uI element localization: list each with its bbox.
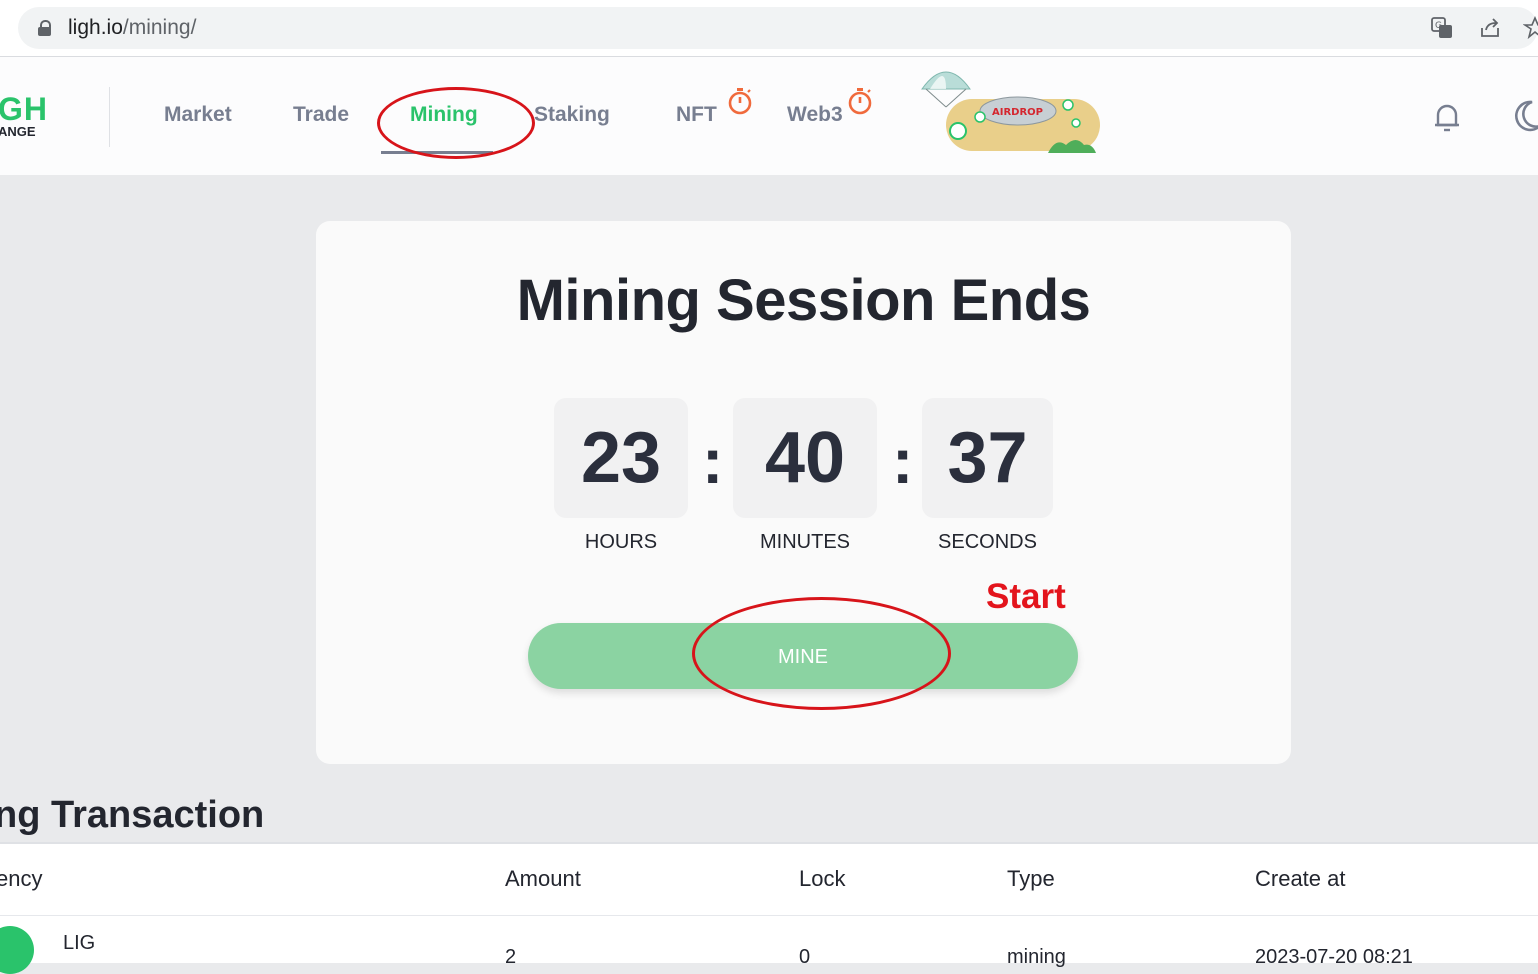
site-header: GH ANGE Market Trade Mining Staking NFT … [0, 57, 1538, 175]
stopwatch-icon [848, 88, 872, 115]
stopwatch-icon [728, 88, 752, 115]
minutes-label: MINUTES [760, 531, 850, 553]
transaction-section-title: ng Transaction [0, 794, 265, 836]
seconds-value: 37 [922, 398, 1053, 518]
column-header-currency: ency [0, 866, 43, 891]
lock-icon[interactable] [38, 20, 51, 36]
row-currency: LIG [63, 932, 96, 954]
column-header-create-at: Create at [1255, 866, 1346, 891]
time-separator: : [702, 425, 724, 497]
nav-web3[interactable]: Web3 [787, 103, 843, 127]
mining-session-title: Mining Session Ends [516, 268, 1091, 333]
logo-subtext: ANGE [0, 124, 36, 139]
notification-bell-icon[interactable] [1432, 101, 1462, 133]
hours-label: HOURS [584, 531, 658, 553]
nav-nft[interactable]: NFT [676, 103, 717, 127]
nav-mining[interactable]: Mining [410, 103, 478, 127]
translate-icon[interactable]: G [1430, 16, 1454, 40]
logo[interactable]: GH [0, 91, 48, 128]
header-divider [0, 915, 1538, 916]
nav-trade[interactable]: Trade [293, 103, 349, 127]
hours-value: 23 [554, 398, 688, 518]
bookmark-star-icon[interactable] [1523, 16, 1538, 40]
column-header-type: Type [1007, 866, 1055, 891]
header-divider [109, 87, 110, 147]
time-separator: : [892, 425, 914, 497]
airdrop-banner[interactable]: AIRDROP [918, 61, 1104, 161]
row-lock: 0 [799, 946, 811, 968]
browser-toolbar: ligh.io/mining/ G [0, 0, 1538, 57]
transaction-table: ency Amount Lock Type Create at LIG 2 0 … [0, 842, 1538, 974]
mining-card: Mining Session Ends 23 : 40 : 37 HOURS M… [316, 221, 1291, 764]
row-created-at: 2023-07-20 08:21 [1255, 946, 1413, 968]
svg-text:G: G [1435, 21, 1442, 31]
lig-coin-icon [0, 926, 34, 974]
share-icon[interactable] [1478, 16, 1502, 40]
dark-mode-moon-icon[interactable] [1510, 99, 1538, 133]
address-bar[interactable]: ligh.io/mining/ G [18, 7, 1538, 49]
start-annotation: Start [986, 577, 1066, 616]
column-header-amount: Amount [505, 866, 581, 891]
nav-market[interactable]: Market [164, 103, 232, 127]
row-type: mining [1007, 946, 1066, 968]
seconds-label: SECONDS [938, 531, 1037, 553]
mine-button[interactable]: MINE [528, 623, 1078, 689]
minutes-value: 40 [733, 398, 877, 518]
nav-staking[interactable]: Staking [534, 103, 610, 127]
row-amount: 2 [505, 946, 517, 968]
nav-active-underline [381, 151, 493, 154]
url-text[interactable]: ligh.io/mining/ [68, 16, 196, 40]
svg-text:AIRDROP: AIRDROP [992, 107, 1043, 118]
column-header-lock: Lock [799, 866, 846, 891]
